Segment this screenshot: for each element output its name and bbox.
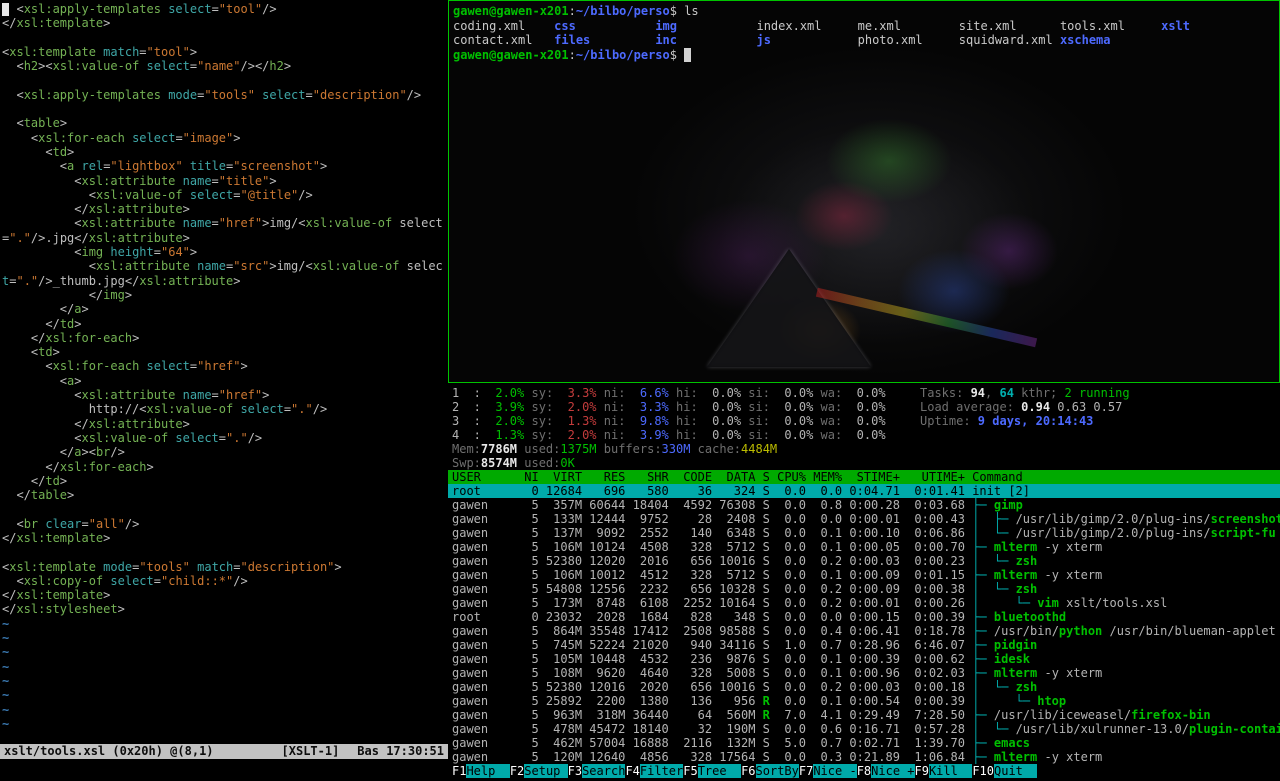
file-entry: tools.xml	[1060, 19, 1161, 33]
process-row[interactable]: gawen 5 357M 60644 18404 4592 76308 S 0.…	[448, 498, 1280, 512]
process-row[interactable]: gawen 5 137M 9092 2552 140 6348 S 0.0 0.…	[448, 526, 1280, 540]
process-row[interactable]: gawen 5 963M 318M 36440 64 560M R 7.0 4.…	[448, 708, 1280, 722]
file-entry: photo.xml	[858, 33, 959, 47]
process-row[interactable]: gawen 5 864M 35548 17412 2508 98588 S 0.…	[448, 624, 1280, 638]
file-entry: img	[655, 19, 756, 33]
fkey-F2[interactable]: F2Setup	[510, 764, 568, 778]
process-row[interactable]: gawen 5 106M 10012 4512 328 5712 S 0.0 0…	[448, 568, 1280, 582]
htop-process-list[interactable]: root 0 12684 696 580 36 324 S 0.0 0.0 0:…	[448, 484, 1280, 764]
file-entry: files	[554, 33, 655, 47]
process-row[interactable]: gawen 5 133M 12444 9752 28 2408 S 0.0 0.…	[448, 512, 1280, 526]
process-row[interactable]: gawen 5 25892 2200 1380 136 956 R 0.0 0.…	[448, 694, 1280, 708]
vim-editor-pane[interactable]: <xsl:apply-templates select="tool"/> </x…	[0, 0, 448, 781]
file-entry: me.xml	[858, 19, 959, 33]
process-row[interactable]: gawen 5 105M 10448 4532 236 9876 S 0.0 0…	[448, 652, 1280, 666]
fkey-F8[interactable]: F8Nice +	[857, 764, 915, 778]
process-row[interactable]: gawen 5 120M 12640 4856 328 17564 S 0.0 …	[448, 750, 1280, 764]
editor-statusline: xslt/tools.xsl (0x20h) @(8,1) [XSLT-1] B…	[0, 744, 448, 759]
htop-function-key-bar[interactable]: F1Help F2Setup F3SearchF4FilterF5Tree F6…	[448, 764, 1280, 778]
fkey-F3[interactable]: F3Search	[568, 764, 626, 778]
file-entry: css	[554, 19, 655, 33]
file-entry: index.xml	[756, 19, 857, 33]
fkey-F10[interactable]: F10Quit	[972, 764, 1037, 778]
desktop: <xsl:apply-templates select="tool"/> </x…	[0, 0, 1280, 781]
htop-tasks-info: Tasks: 94, 64 kthr; 2 running Load avera…	[920, 386, 1130, 428]
statusline-position-time: Bas 17:30:51	[357, 744, 444, 759]
process-row[interactable]: root 0 23032 2028 1684 828 348 S 0.0 0.0…	[448, 610, 1280, 624]
file-entry: site.xml	[959, 19, 1060, 33]
fkey-F6[interactable]: F6SortBy	[741, 764, 799, 778]
fkey-F5[interactable]: F5Tree	[683, 764, 741, 778]
terminal-window[interactable]: gawen@gawen-x201:~/bilbo/perso$ ls codin…	[448, 0, 1280, 383]
process-row[interactable]: gawen 5 108M 9620 4640 328 5008 S 0.0 0.…	[448, 666, 1280, 680]
editor-buffer[interactable]: <xsl:apply-templates select="tool"/> </x…	[2, 2, 448, 731]
fkey-F9[interactable]: F9Kill	[915, 764, 973, 778]
process-row[interactable]: root 0 12684 696 580 36 324 S 0.0 0.0 0:…	[448, 484, 1280, 498]
process-row[interactable]: gawen 5 52380 12020 2016 656 10016 S 0.0…	[448, 554, 1280, 568]
process-row[interactable]: gawen 5 54808 12556 2232 656 10328 S 0.0…	[448, 582, 1280, 596]
htop-cpu-memory-meters: 1 : 2.0% sy: 3.3% ni: 6.6% hi: 0.0% si: …	[452, 386, 886, 470]
file-entry: xschema	[1060, 33, 1111, 47]
htop-column-header[interactable]: USER NI VIRT RES SHR CODE DATA S CPU% ME…	[448, 470, 1280, 484]
file-entry: squidward.xml	[959, 33, 1060, 47]
process-row[interactable]: gawen 5 745M 52224 21020 940 34116 S 1.0…	[448, 638, 1280, 652]
editor-cursor	[2, 3, 9, 16]
process-row[interactable]: gawen 5 478M 45472 18140 32 190M S 0.0 0…	[448, 722, 1280, 736]
file-entry: inc	[655, 33, 756, 47]
file-entry: contact.xml	[453, 33, 554, 47]
statusline-mode: [XSLT-1]	[282, 744, 340, 759]
prism-artwork	[707, 249, 871, 367]
file-entry: js	[756, 33, 857, 47]
statusline-file-info: xslt/tools.xsl (0x20h) @(8,1)	[4, 744, 214, 759]
terminal-cursor	[684, 48, 691, 62]
htop-window[interactable]: 1 : 2.0% sy: 3.3% ni: 6.6% hi: 0.0% si: …	[448, 384, 1280, 781]
file-entry: coding.xml	[453, 19, 554, 33]
process-row[interactable]: gawen 5 173M 8748 6108 2252 10164 S 0.0 …	[448, 596, 1280, 610]
process-row[interactable]: gawen 5 52380 12016 2020 656 10016 S 0.0…	[448, 680, 1280, 694]
process-row[interactable]: gawen 5 106M 10124 4508 328 5712 S 0.0 0…	[448, 540, 1280, 554]
process-row[interactable]: gawen 5 462M 57004 16888 2116 132M S 5.0…	[448, 736, 1280, 750]
file-entry: xslt	[1161, 19, 1190, 33]
fkey-F7[interactable]: F7Nice -	[799, 764, 857, 778]
fkey-F1[interactable]: F1Help	[452, 764, 510, 778]
fkey-F4[interactable]: F4Filter	[625, 764, 683, 778]
terminal-output[interactable]: gawen@gawen-x201:~/bilbo/perso$ ls codin…	[453, 4, 1190, 62]
